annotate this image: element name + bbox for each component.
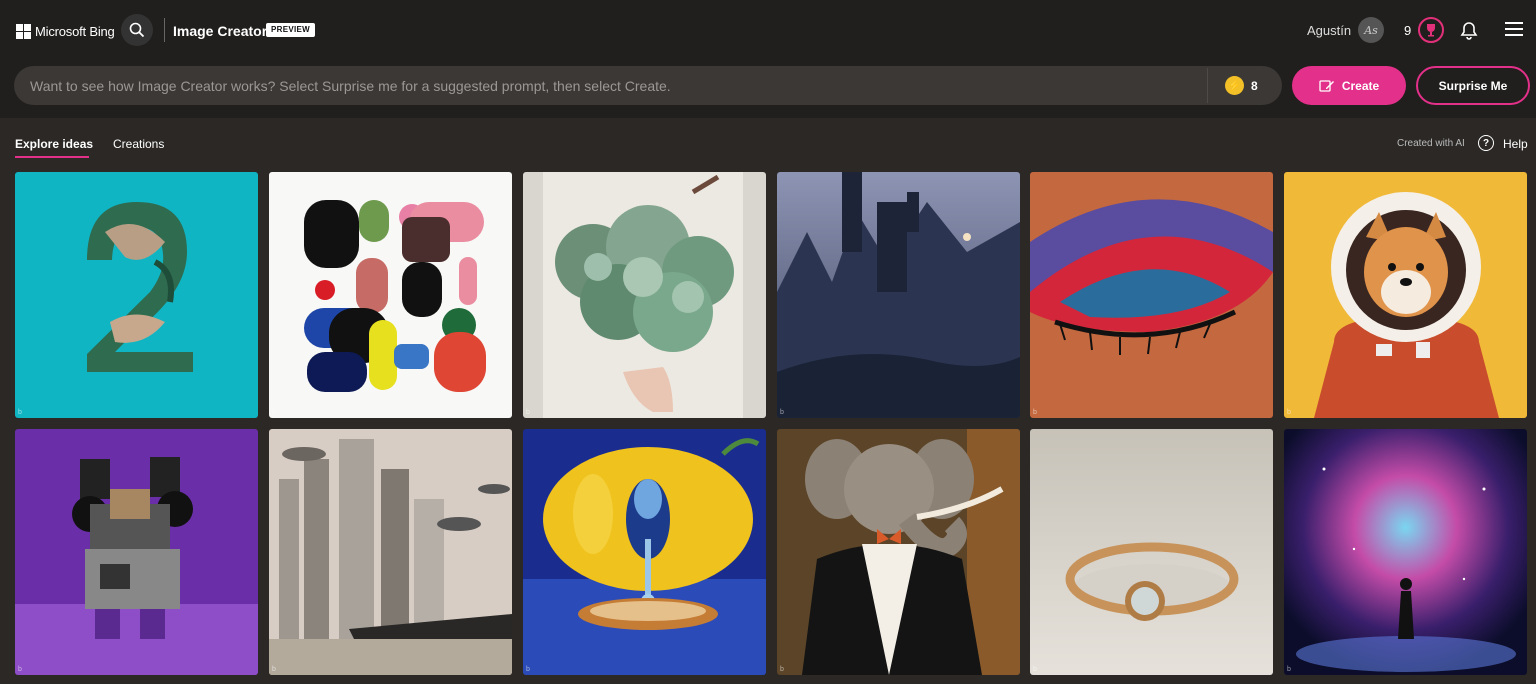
gallery-image-eye-makeup[interactable]: b <box>1030 172 1273 418</box>
preview-badge: PREVIEW <box>266 23 315 37</box>
bing-watermark: b <box>1287 666 1291 673</box>
gallery-image-dark-castle[interactable]: b <box>777 172 1020 418</box>
gallery-image-galaxy-figure[interactable]: b <box>1284 429 1527 675</box>
microsoft-bing-logo[interactable]: Microsoft Bing <box>16 22 115 40</box>
app-title[interactable]: Image Creator <box>173 23 267 39</box>
rewards-count[interactable]: 9 <box>1404 23 1411 38</box>
gallery-image-elephant-tuxedo[interactable]: b <box>777 429 1020 675</box>
surprise-label: Surprise Me <box>1438 78 1508 93</box>
bing-watermark: b <box>272 666 276 673</box>
gallery-image-futuristic-city[interactable]: b <box>269 429 512 675</box>
gallery-image-number-two[interactable]: b <box>15 172 258 418</box>
bing-watermark: b <box>1287 409 1291 416</box>
user-name[interactable]: Agustín <box>1307 23 1351 38</box>
bing-watermark: b <box>18 409 22 416</box>
gallery-image-surreal-lemon[interactable]: b <box>523 429 766 675</box>
active-tab-indicator <box>15 156 89 158</box>
prompt-input[interactable] <box>30 66 1210 105</box>
boost-lightning-icon: ⚡ <box>1225 76 1244 95</box>
bing-watermark: b <box>780 409 784 416</box>
gallery-image-succulent-bouquet[interactable]: b <box>523 172 766 418</box>
create-pencil-icon <box>1319 79 1334 92</box>
bing-watermark: b <box>526 666 530 673</box>
created-with-ai-label: Created with AI <box>1397 138 1465 149</box>
bing-watermark: b <box>1033 666 1037 673</box>
bing-watermark: b <box>780 666 784 673</box>
notification-bell-icon[interactable] <box>1460 21 1478 41</box>
help-link[interactable]: Help <box>1503 137 1528 151</box>
prompt-bar <box>14 66 1282 105</box>
tab-creations[interactable]: Creations <box>113 137 164 151</box>
search-button[interactable] <box>121 14 153 46</box>
hamburger-menu-icon[interactable] <box>1505 22 1523 36</box>
microsoft-logo-icon <box>16 23 31 39</box>
prompt-divider <box>1207 68 1208 103</box>
bing-watermark: b <box>18 666 22 673</box>
create-button[interactable]: Create <box>1292 66 1406 105</box>
boost-counter[interactable]: ⚡ 8 <box>1225 76 1258 95</box>
search-icon <box>129 22 145 38</box>
bing-watermark: b <box>1033 409 1037 416</box>
gallery-image-opal-ring[interactable]: b <box>1030 429 1273 675</box>
surprise-me-button[interactable]: Surprise Me <box>1416 66 1530 105</box>
bing-watermark: b <box>526 409 530 416</box>
rewards-icon[interactable] <box>1418 17 1444 43</box>
boost-count: 8 <box>1251 78 1258 93</box>
bing-watermark: b <box>272 409 276 416</box>
header-divider <box>164 18 165 42</box>
avatar[interactable]: As <box>1358 17 1384 43</box>
create-label: Create <box>1341 78 1380 93</box>
gallery-image-abstract-shapes[interactable]: b <box>269 172 512 418</box>
gallery-image-robot[interactable]: b <box>15 429 258 675</box>
help-icon[interactable]: ? <box>1478 135 1494 151</box>
gallery-image-shiba-astronaut[interactable]: b <box>1284 172 1527 418</box>
logo-text: Microsoft Bing <box>35 23 115 39</box>
tab-explore-ideas[interactable]: Explore ideas <box>15 137 93 151</box>
